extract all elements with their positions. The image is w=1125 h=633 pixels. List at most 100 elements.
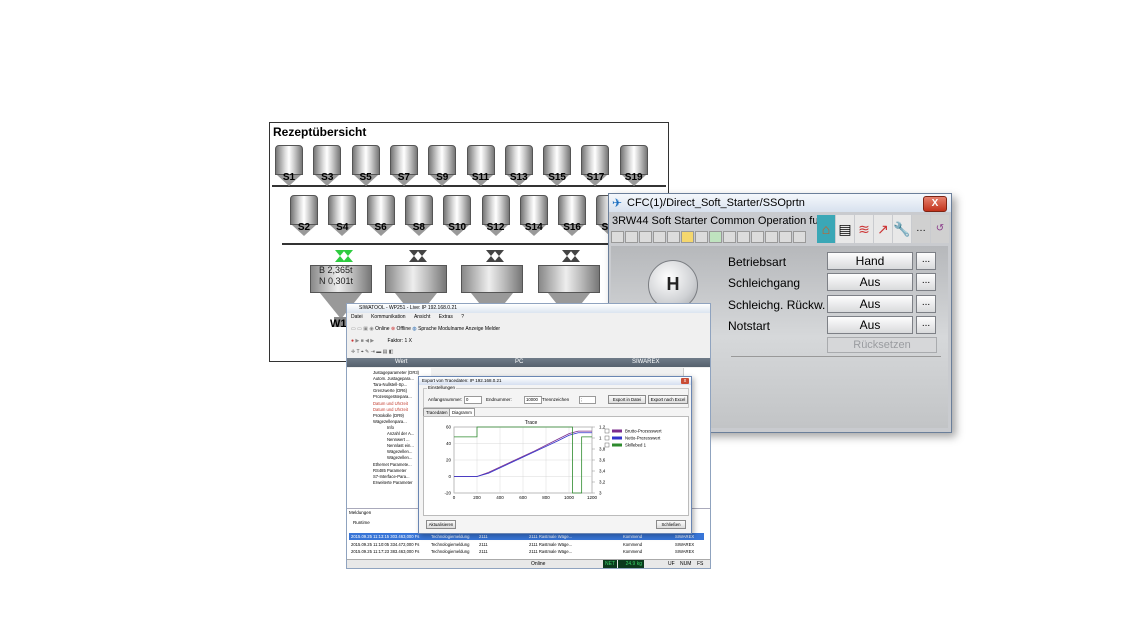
close-button[interactable]: X [923, 196, 947, 212]
tree-item[interactable]: Autom. Justagepara... [373, 376, 414, 381]
list-icon[interactable]: … [912, 215, 930, 243]
globe-icon[interactable]: ◍ [412, 326, 416, 332]
close-button[interactable]: Schließen [656, 520, 686, 529]
edit-icons[interactable]: ✛ T ⌖ ✎ ⇥ ▬ ▤ ◧ [351, 349, 393, 355]
silo-s8[interactable]: S8 [404, 195, 433, 237]
offline-button[interactable]: Offline [397, 326, 411, 332]
col-wert[interactable]: Wert [395, 358, 408, 367]
silo-s7[interactable]: S7 [389, 145, 418, 187]
silo-s3[interactable]: S3 [313, 145, 342, 187]
display-button[interactable]: Anzeige [465, 326, 483, 332]
dialog-close-icon[interactable]: x [681, 378, 689, 384]
silo-s13[interactable]: S13 [504, 145, 533, 187]
tree-item[interactable]: Erweiterte Parameter [373, 480, 413, 485]
tree-item[interactable]: Protokolle (DR9) [373, 413, 404, 418]
tree-item[interactable]: Justageparameter (DR3) [373, 370, 419, 375]
tab-diagramm[interactable]: Diagramm [449, 408, 475, 416]
export-file-button[interactable]: Export in Datei [608, 395, 646, 404]
menu-help[interactable]: ? [461, 314, 464, 320]
silo-s19[interactable]: S19 [619, 145, 648, 187]
online-button[interactable]: Online [375, 326, 389, 332]
tree-item[interactable]: Nennwert ... [387, 437, 410, 442]
menu-extras[interactable]: Extras [439, 314, 453, 320]
valve[interactable] [494, 250, 504, 262]
tree-item[interactable]: Tara-Nullstell-Sp... [373, 382, 407, 387]
silo-s5[interactable]: S5 [351, 145, 380, 187]
tab-tracedaten[interactable]: Tracedaten [423, 408, 451, 416]
x-tick-label: 0 [453, 495, 456, 500]
silo-s17[interactable]: S17 [581, 145, 610, 187]
nav-icons[interactable]: ▶ ■ ◀ ▶ [355, 338, 374, 344]
tree-item[interactable]: Info [387, 425, 394, 430]
menu-ansicht[interactable]: Ansicht [414, 314, 430, 320]
betriebsart-value-button[interactable]: Hand [827, 252, 913, 270]
tree-item[interactable]: Ethernet Paramete... [373, 462, 412, 467]
menu-kommunikation[interactable]: Kommunikation [371, 314, 405, 320]
trace-chart-svg: 0 200 400 600 800 1000 1200-20020406033,23,43,… [444, 420, 662, 500]
silo-s1[interactable]: S1 [275, 145, 303, 187]
language-button[interactable]: Sprache [418, 326, 437, 332]
chart-icon[interactable]: ↗ [874, 215, 892, 243]
silo-s15[interactable]: S15 [543, 145, 572, 187]
separator-input[interactable]: ; [579, 396, 596, 404]
schleichgang-value-button[interactable]: Aus [827, 273, 913, 291]
toolbar-icons[interactable]: ▭ ▭ ▣ ◉ [351, 326, 374, 332]
tree-item[interactable]: Wägezellenpara... [373, 419, 407, 424]
siwatool-title[interactable]: SIWATOOL - WP251 - Live: IP 192.168.0.21 [347, 304, 710, 313]
silo-s9[interactable]: S9 [428, 145, 457, 187]
export-excel-button[interactable]: Export nach Excel [648, 395, 688, 404]
end-input[interactable]: 10000 [524, 396, 542, 404]
offline-icon[interactable]: ⊗ [391, 326, 395, 332]
valve[interactable] [417, 250, 427, 262]
silo-s16[interactable]: S16 [558, 195, 587, 237]
tree-item[interactable]: Datum und Uhrzeit [373, 401, 408, 406]
tree-item[interactable]: Wägezellen... [387, 455, 412, 460]
tree-item[interactable]: Datum und Uhrzeit [373, 407, 408, 412]
silo-s11[interactable]: S11 [466, 145, 495, 187]
tree-item[interactable]: S7-Interface-Para... [373, 474, 410, 479]
notstart-more-button[interactable]: ... [916, 316, 936, 334]
schleichg-rueckw-value-button[interactable]: Aus [827, 295, 913, 313]
row-label: Betriebsart [728, 255, 787, 269]
alarm-button[interactable]: Melder [485, 326, 500, 332]
col-pc[interactable]: PC [515, 358, 523, 367]
betriebsart-more-button[interactable]: ... [916, 252, 936, 270]
start-input[interactable]: 0 [464, 396, 482, 404]
tree-item[interactable]: RS485 Parameter [373, 468, 407, 473]
reset-button[interactable]: Rücksetzen [827, 337, 937, 353]
tree-item[interactable]: Anzahl der A... [387, 431, 414, 436]
trend-icon[interactable]: ≋ [855, 215, 873, 243]
tree-item[interactable]: Nennlast ein... [387, 443, 414, 448]
silo-s4[interactable]: S4 [328, 195, 357, 237]
document-icon[interactable]: ▤ [836, 215, 854, 243]
house-icon[interactable]: ⌂ [817, 215, 835, 243]
valve-active[interactable] [343, 250, 353, 262]
col-siwarex[interactable]: SIWAREX [632, 358, 659, 367]
silo-s2[interactable]: S2 [290, 195, 318, 237]
silo-s12[interactable]: S12 [481, 195, 510, 237]
help-icon[interactable]: ↺ [931, 215, 949, 243]
record-icon[interactable]: ● [351, 338, 354, 344]
factor-label[interactable]: Faktor: 1 X [388, 338, 412, 344]
dialog-title[interactable]: Export von Tracedaten: IP 192.168.0.21 [419, 377, 691, 385]
message-row[interactable]: 2015.09.25 11:13:15 303.463,000 Fs Techno… [349, 533, 704, 540]
modulename-button[interactable]: Modulname [438, 326, 464, 332]
message-row[interactable]: 2015.09.25 11:10:05 334.472,000 Fs Techno… [349, 541, 704, 548]
menu-datei[interactable]: Datei [351, 314, 363, 320]
message-row[interactable]: 2015.09.25 11:17:23 383.463,000 Fs Techno… [349, 548, 704, 555]
update-button[interactable]: Aktualisieren [426, 520, 456, 529]
silo-s10[interactable]: S10 [443, 195, 472, 237]
tree-item[interactable]: Wägezellen... [387, 449, 412, 454]
notstart-value-button[interactable]: Aus [827, 316, 913, 334]
tree-item[interactable]: Prozessgerätepara... [373, 394, 412, 399]
schleichg-rueckw-more-button[interactable]: ... [916, 295, 936, 313]
valve[interactable] [570, 250, 580, 262]
title-bar[interactable]: ✈ CFC(1)/Direct_Soft_Starter/SSOprtn X [609, 194, 951, 212]
schleichgang-more-button[interactable]: ... [916, 273, 936, 291]
silo-s6[interactable]: S6 [366, 195, 395, 237]
app-icon: ✈ [612, 196, 623, 210]
group-label: Einstellungen [427, 385, 457, 390]
tree-item[interactable]: Grenzwerte (DR6) [373, 388, 407, 393]
wrench-icon[interactable]: 🔧 [893, 215, 911, 243]
silo-s14[interactable]: S14 [519, 195, 548, 237]
